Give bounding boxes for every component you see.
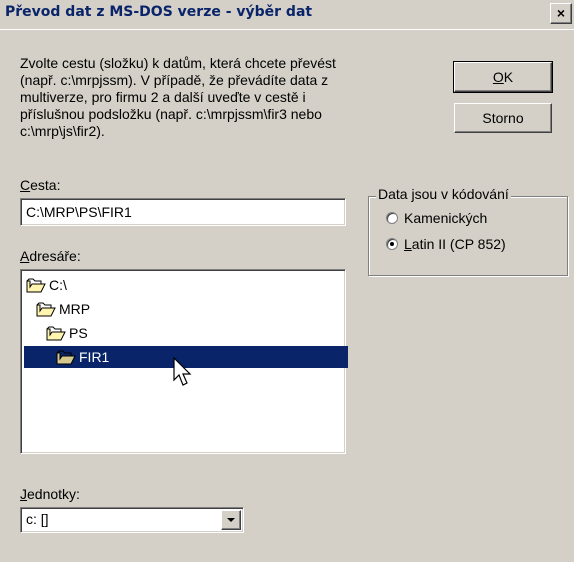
close-button[interactable]: × bbox=[550, 3, 572, 24]
folder-open-icon bbox=[36, 301, 59, 317]
folder-open-icon bbox=[46, 325, 69, 341]
directory-item-label: C:\ bbox=[49, 277, 67, 293]
cancel-button[interactable]: Storno bbox=[454, 103, 552, 133]
directory-item-label: MRP bbox=[59, 301, 91, 317]
drives-label: Jednotky: bbox=[20, 486, 80, 502]
encoding-group-title: Data jsou v kódování bbox=[376, 186, 511, 202]
directory-item[interactable]: MRP bbox=[36, 298, 96, 320]
radio-kamenickych[interactable]: Kamenických bbox=[386, 210, 487, 226]
mouse-pointer-icon bbox=[173, 357, 192, 386]
path-input[interactable]: C:\MRP\PS\FIR1 bbox=[20, 198, 346, 226]
chevron-down-icon[interactable] bbox=[221, 510, 241, 530]
folder-open-icon bbox=[56, 349, 79, 365]
ok-label: K bbox=[503, 69, 514, 85]
radio-circle-icon[interactable] bbox=[386, 238, 398, 250]
instructions-text: Zvolte cestu (složku) k datům, která chc… bbox=[20, 55, 336, 139]
directory-item[interactable]: C:\ bbox=[26, 274, 73, 296]
radio-latin2[interactable]: Latin II (CP 852) bbox=[386, 236, 506, 252]
directory-item-label: PS bbox=[69, 325, 88, 341]
path-label: Cesta: bbox=[20, 177, 61, 193]
directory-item[interactable]: PS bbox=[46, 322, 94, 344]
drive-select-value: c: [] bbox=[26, 511, 49, 527]
directory-item-label: FIR1 bbox=[79, 349, 110, 365]
ok-button[interactable]: OK bbox=[453, 61, 553, 93]
window-title: Převod dat z MS-DOS verze - výběr dat bbox=[5, 4, 313, 20]
folder-open-icon bbox=[26, 277, 49, 293]
title-bar: Převod dat z MS-DOS verze - výběr dat × bbox=[0, 0, 574, 30]
directories-label: Adresáře: bbox=[20, 248, 81, 264]
ok-mnemonic: O bbox=[492, 69, 504, 85]
drive-select[interactable]: c: [] bbox=[20, 507, 244, 533]
radio-circle-icon[interactable] bbox=[386, 212, 398, 224]
